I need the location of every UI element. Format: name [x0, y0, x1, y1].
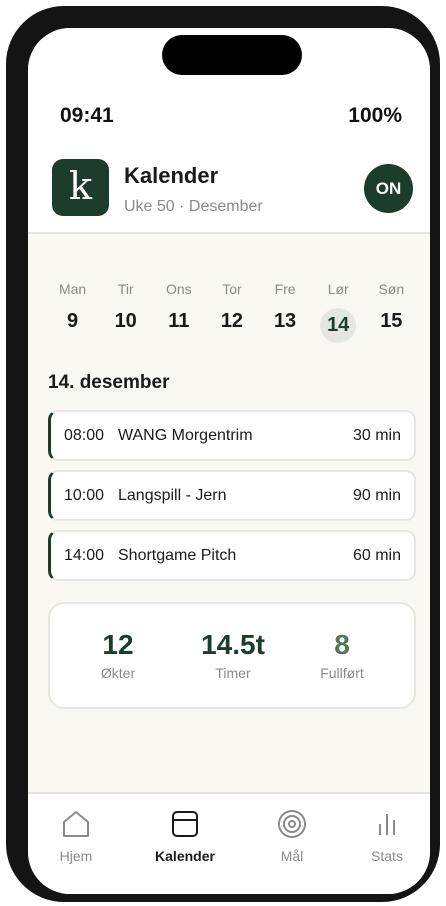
- stat-value: 12: [102, 629, 134, 660]
- day-number-selected: 14: [320, 308, 357, 343]
- session-duration: 60 min: [352, 546, 401, 564]
- day-name: Ons: [165, 281, 192, 297]
- screen: 09:41 100% k Kalender Uke 50 · Desember …: [28, 28, 430, 894]
- session-list: 08:00 WANG Morgentrim 30 min 10:00 Langs…: [48, 410, 416, 590]
- nav-item-stats[interactable]: Stats: [342, 808, 430, 864]
- nav-label: Hjem: [59, 848, 93, 864]
- day-fri[interactable]: Fre 13: [259, 279, 312, 343]
- day-sat-selected[interactable]: Lør 14: [312, 279, 365, 343]
- nav-label: Kalender: [155, 848, 215, 864]
- session-time: 08:00: [64, 426, 105, 444]
- stats-card: 12 Økter 14.5t Timer 8 Fullført: [48, 602, 416, 709]
- nav-item-goals[interactable]: Mål: [247, 808, 337, 864]
- session-duration: 90 min: [352, 486, 401, 504]
- session-item[interactable]: 14:00 Shortgame Pitch 60 min: [48, 530, 416, 581]
- day-tue[interactable]: Tir 10: [99, 279, 152, 343]
- page-subtitle: Uke 50 · Desember: [124, 198, 263, 215]
- week-strip: Man 9 Tir 10 Ons 11 Tor 12 Fre 13 Lør 14: [46, 279, 418, 343]
- day-number: 15: [380, 309, 403, 332]
- calendar-icon: [169, 808, 201, 840]
- target-icon: [276, 808, 308, 840]
- bar-chart-icon: [371, 808, 403, 840]
- day-name: Tor: [222, 281, 242, 297]
- date-heading: 14. desember: [48, 372, 170, 393]
- stat-completed: 8 Fullført: [292, 629, 392, 681]
- stat-value: 14.5t: [201, 629, 265, 660]
- dynamic-island: [162, 35, 302, 75]
- day-name: Tir: [117, 281, 134, 297]
- day-number: 10: [114, 309, 137, 332]
- day-name: Søn: [378, 281, 405, 297]
- stat-label: Timer: [215, 665, 251, 681]
- session-item[interactable]: 10:00 Langspill - Jern 90 min: [48, 470, 416, 521]
- day-wed[interactable]: Ons 11: [152, 279, 205, 343]
- nav-label: Stats: [371, 848, 403, 864]
- stat-label: Økter: [100, 665, 136, 681]
- day-number: 12: [220, 309, 244, 332]
- session-name: Langspill - Jern: [118, 486, 227, 504]
- nav-label: Mål: [280, 848, 304, 864]
- status-time: 09:41: [60, 104, 114, 127]
- avatar[interactable]: ON: [364, 164, 413, 213]
- stat-sessions: 12 Økter: [68, 629, 168, 681]
- nav-item-home[interactable]: Hjem: [31, 808, 121, 864]
- session-time: 10:00: [64, 486, 105, 504]
- day-thu[interactable]: Tor 12: [205, 279, 258, 343]
- day-name: Fre: [274, 281, 296, 297]
- day-sun[interactable]: Søn 15: [365, 279, 418, 343]
- nav-item-calendar[interactable]: Kalender: [140, 808, 230, 864]
- day-mon[interactable]: Man 9: [46, 279, 99, 343]
- page-title: Kalender: [124, 163, 219, 188]
- session-item[interactable]: 08:00 WANG Morgentrim 30 min: [48, 410, 416, 461]
- phone-frame: 09:41 100% k Kalender Uke 50 · Desember …: [6, 6, 440, 902]
- session-name: Shortgame Pitch: [118, 546, 237, 564]
- day-number: 11: [168, 309, 190, 332]
- home-icon: [60, 808, 92, 840]
- stat-value: 8: [334, 629, 350, 660]
- session-time: 14:00: [64, 546, 105, 564]
- day-name: Lør: [327, 281, 349, 297]
- bottom-nav: Hjem Kalender Mål Stats: [28, 792, 430, 894]
- app-logo: k: [52, 159, 109, 216]
- session-duration: 30 min: [352, 426, 401, 444]
- day-number: 13: [273, 309, 297, 332]
- stat-hours: 14.5t Timer: [183, 629, 283, 681]
- day-name: Man: [58, 281, 87, 297]
- session-name: WANG Morgentrim: [118, 426, 253, 444]
- day-number: 9: [67, 309, 79, 332]
- status-battery: 100%: [348, 104, 402, 127]
- stat-label: Fullført: [320, 665, 364, 681]
